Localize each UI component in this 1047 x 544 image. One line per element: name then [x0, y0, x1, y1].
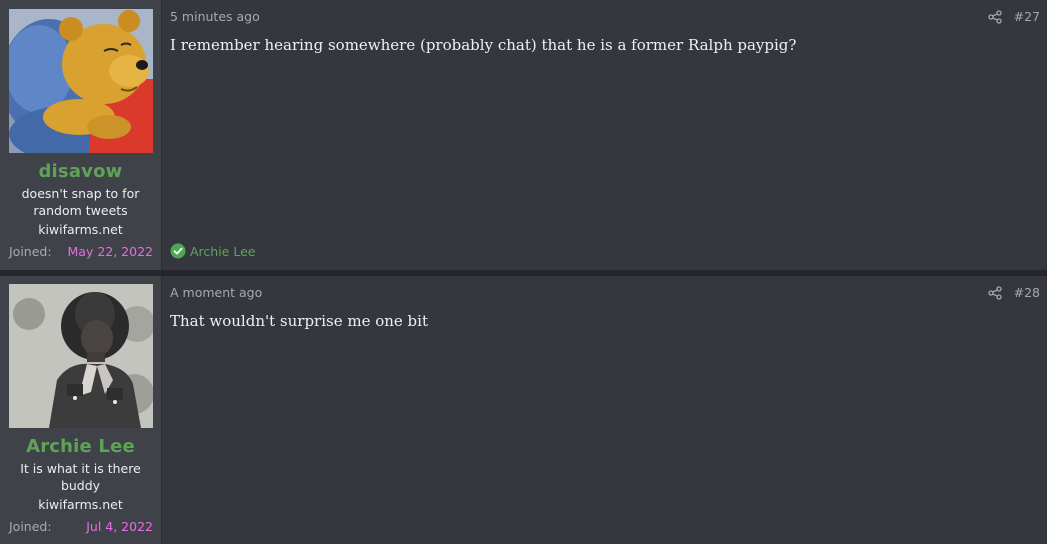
joined-label: Joined:	[9, 519, 52, 534]
joined-label: Joined:	[9, 244, 52, 259]
joined-date: Jul 4, 2022	[86, 519, 153, 534]
username[interactable]: Archie Lee	[0, 436, 161, 457]
post-body: I remember hearing somewhere (probably c…	[170, 36, 797, 54]
joined-date: May 22, 2022	[67, 244, 153, 259]
share-icon[interactable]	[987, 285, 1002, 300]
share-icon[interactable]	[987, 9, 1002, 24]
post-timestamp[interactable]: 5 minutes ago	[170, 9, 260, 24]
cowboy-photo-avatar	[9, 284, 153, 428]
post-actions: #28	[987, 285, 1040, 300]
user-info-panel: disavow doesn't snap to for random tweet…	[0, 0, 161, 270]
post: Archie Lee It is what it is there buddy …	[0, 276, 1047, 544]
post-body: That wouldn't surprise me one bit	[170, 312, 428, 330]
joined-row: Joined: May 22, 2022	[9, 244, 153, 259]
winnie-the-pooh-avatar	[9, 9, 153, 153]
joined-row: Joined: Jul 4, 2022	[9, 519, 153, 534]
avatar[interactable]	[9, 9, 153, 153]
user-title: It is what it is there buddy	[20, 461, 141, 493]
post-main: A moment ago #28 That wouldn't surprise …	[161, 276, 1047, 544]
reaction-user[interactable]: Archie Lee	[190, 244, 255, 259]
post: disavow doesn't snap to for random tweet…	[0, 0, 1047, 270]
username[interactable]: disavow	[0, 161, 161, 182]
user-site: kiwifarms.net	[38, 222, 123, 237]
thread-view: disavow doesn't snap to for random tweet…	[0, 0, 1047, 544]
post-timestamp[interactable]: A moment ago	[170, 285, 262, 300]
user-info-panel: Archie Lee It is what it is there buddy …	[0, 276, 161, 544]
user-site: kiwifarms.net	[38, 497, 123, 512]
reaction-bar[interactable]: Archie Lee	[170, 243, 255, 259]
post-number[interactable]: #27	[1014, 9, 1040, 24]
post-actions: #27	[987, 9, 1040, 24]
post-main: 5 minutes ago #27 I remember hearing som…	[161, 0, 1047, 270]
user-title: doesn't snap to for random tweets	[21, 186, 140, 218]
checkmark-circle-icon	[170, 243, 186, 259]
avatar[interactable]	[9, 284, 153, 428]
post-number[interactable]: #28	[1014, 285, 1040, 300]
